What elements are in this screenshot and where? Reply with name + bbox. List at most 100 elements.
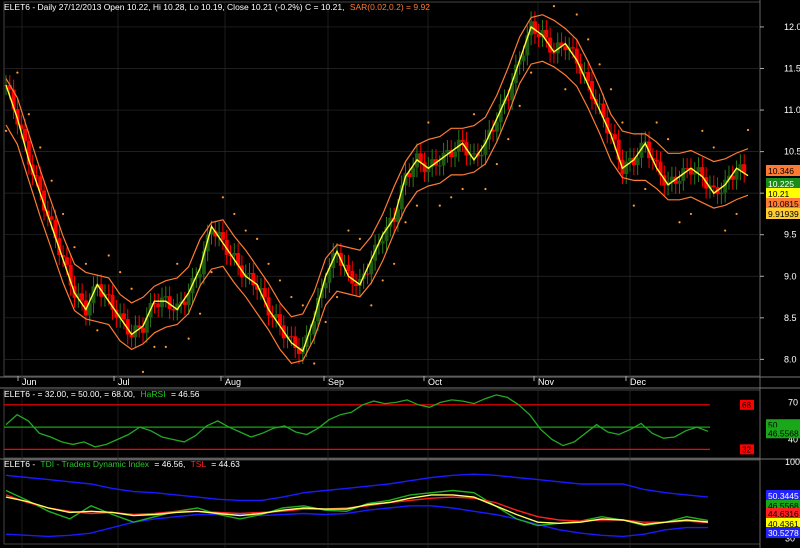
sar-dot <box>256 237 259 240</box>
sar-dot <box>153 345 156 349</box>
sar-dot <box>689 212 693 216</box>
harsi-level-label-text: 32 <box>742 445 751 454</box>
sar-dot <box>50 179 53 182</box>
down-candle <box>262 288 267 298</box>
month-label: Oct <box>428 377 443 387</box>
price-ytick-label: 11.5 <box>784 63 800 73</box>
up-candle <box>380 241 385 244</box>
price-value-label: 10.346 <box>766 165 800 176</box>
sar-dot <box>4 129 8 132</box>
sar-dot <box>518 104 521 107</box>
price-ytick-label: 9.5 <box>784 230 797 240</box>
trading-chart-svg: 12.011.511.010.510.09.59.08.58.070504010… <box>0 0 800 548</box>
sar-dot <box>587 38 590 41</box>
price-value-label-text: 10.21 <box>768 189 790 199</box>
harsi-level-label-text: 68 <box>742 401 751 410</box>
sar-dot <box>164 345 167 349</box>
tdi-header-tsl-value: = 44.63 <box>211 459 240 469</box>
up-candle <box>624 161 629 175</box>
price-ytick-label: 12.0 <box>784 22 800 32</box>
sar-dot <box>575 13 578 16</box>
sar-dot <box>552 5 556 8</box>
sar-dot <box>141 370 145 373</box>
price-value-label: 10.21 <box>766 188 800 199</box>
sar-dot <box>724 229 727 232</box>
chart-window: 12.011.511.010.510.09.59.08.58.070504010… <box>0 0 800 548</box>
down-candle <box>685 168 690 170</box>
harsi-value-label-text: 46.5568 <box>768 428 799 438</box>
down-candle <box>220 232 225 240</box>
sar-dot <box>27 113 30 116</box>
tdi-header: ELET6 - TDI - Traders Dynamic Index = 46… <box>4 459 240 469</box>
harsi-header-value: = 46.56 <box>171 389 200 399</box>
sar-dot <box>472 113 476 116</box>
sar-dot <box>746 128 750 132</box>
fast-ma-line <box>5 25 749 353</box>
price-header: ELET6 - Daily 27/12/2013 Open 10.22, Hi … <box>4 2 430 12</box>
sar-dot <box>210 271 213 274</box>
price-value-label-text: 9.91939 <box>768 209 799 219</box>
up-candle <box>274 314 279 318</box>
tdi-value-label-text: 30.5278 <box>768 528 799 538</box>
harsi-value-label: 46.5568 <box>766 427 800 439</box>
up-candle <box>696 167 701 173</box>
sar-dot <box>427 121 430 124</box>
down-candle <box>544 29 549 38</box>
up-candle <box>635 157 640 166</box>
sar-dot <box>290 295 293 299</box>
sar-dot <box>484 187 487 191</box>
harsi-header-main: ELET6 - = 32.00, = 50.00, = 68.00, <box>4 389 135 399</box>
harsi-header-indicator: HaRSI <box>141 389 166 399</box>
price-ytick-label: 11.0 <box>784 105 800 115</box>
down-candle <box>354 283 359 286</box>
sar-dot <box>119 271 122 274</box>
sar-dot <box>450 196 453 199</box>
sar-dot <box>644 187 647 191</box>
tdi-value-label: 50.3445 <box>766 490 800 501</box>
price-value-label-text: 10.0815 <box>768 199 799 209</box>
sar-dot <box>187 337 190 340</box>
sar-dot <box>701 129 704 132</box>
up-candle <box>437 165 442 167</box>
up-candle <box>453 151 458 158</box>
down-candle <box>365 273 370 275</box>
tdi-header-main: ELET6 - <box>4 459 35 469</box>
up-candle <box>441 152 446 166</box>
price-value-label: 10.225 <box>766 178 800 189</box>
sar-dot <box>712 146 715 149</box>
down-candle <box>570 47 575 49</box>
down-candle <box>64 257 69 265</box>
sar-dot <box>609 88 613 91</box>
sar-dot <box>381 279 384 282</box>
harsi-line <box>5 394 709 448</box>
tdi-lower-band-line <box>5 505 708 538</box>
sar-dot <box>530 71 533 74</box>
up-candle <box>494 122 499 132</box>
sar-dot <box>176 262 179 265</box>
month-label: Sep <box>328 377 344 387</box>
up-candle <box>232 253 237 256</box>
sar-dot <box>244 229 247 232</box>
sar-dot <box>666 138 670 141</box>
down-candle <box>171 308 176 311</box>
down-candle <box>711 185 716 188</box>
up-candle <box>472 153 477 155</box>
sar-dot <box>324 320 327 324</box>
tdi-header-tsl: TSL <box>191 459 207 469</box>
down-candle <box>460 139 465 142</box>
sar-dot <box>73 246 76 249</box>
down-candle <box>156 303 161 308</box>
sar-dot <box>564 88 567 91</box>
sar-dot <box>301 304 304 307</box>
sar-dot <box>347 229 350 232</box>
down-candle <box>49 216 54 220</box>
tdi-header-value: = 46.56, <box>154 459 185 469</box>
down-candle <box>121 313 126 320</box>
price-value-label: 9.91939 <box>766 208 800 219</box>
down-candle <box>536 33 541 38</box>
sar-dot <box>404 221 407 224</box>
down-candle <box>506 99 511 101</box>
down-candle <box>563 46 568 51</box>
sar-dot <box>632 204 635 207</box>
up-candle <box>445 149 450 153</box>
